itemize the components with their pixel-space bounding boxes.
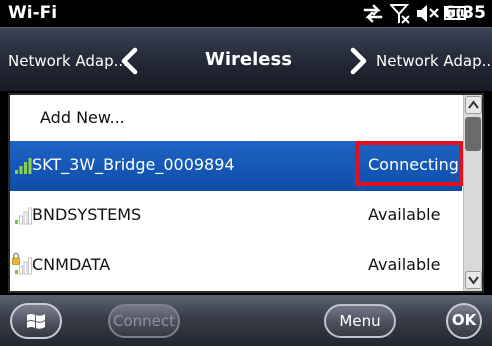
scroll-thumb[interactable] bbox=[465, 117, 481, 151]
signal-strength-icon bbox=[15, 158, 32, 174]
signal-strength-icon bbox=[15, 257, 32, 275]
signal-strength-icon bbox=[15, 207, 32, 225]
speaker-muted-icon bbox=[417, 5, 439, 22]
app-title: Wi-Fi bbox=[8, 3, 58, 23]
add-new-label: Add New... bbox=[40, 108, 125, 127]
scrollbar[interactable] bbox=[463, 95, 482, 291]
network-row[interactable]: CNMDATA Available bbox=[10, 241, 462, 291]
network-status: Available bbox=[368, 205, 441, 224]
data-sync-icon bbox=[363, 4, 383, 23]
status-highlight-box bbox=[355, 141, 463, 186]
network-row[interactable]: BNDSYSTEMS Available bbox=[10, 191, 462, 241]
chevron-left-icon[interactable] bbox=[118, 47, 140, 75]
current-adapter-title: Wireless bbox=[205, 49, 292, 70]
network-name: SKT_3W_Bridge_0009894 bbox=[32, 155, 235, 174]
chevron-down-icon bbox=[468, 276, 479, 285]
no-signal-icon bbox=[390, 4, 410, 24]
network-name: BNDSYSTEMS bbox=[32, 205, 142, 224]
start-button[interactable] bbox=[10, 303, 62, 339]
windows-logo-icon bbox=[27, 314, 45, 329]
ok-button[interactable]: OK bbox=[446, 303, 482, 339]
connect-button[interactable]: Connect bbox=[108, 304, 180, 338]
scroll-down-button[interactable] bbox=[465, 271, 482, 289]
menu-button[interactable]: Menu bbox=[324, 304, 396, 338]
ok-label: OK bbox=[451, 311, 477, 329]
network-name: CNMDATA bbox=[32, 255, 111, 274]
next-adapter-label[interactable]: Network Adap... bbox=[376, 52, 492, 70]
clock: 6:35 bbox=[443, 3, 486, 23]
adapter-selector: Network Adap... Wireless Network Adap... bbox=[0, 27, 492, 91]
prev-adapter-label[interactable]: Network Adap... bbox=[8, 52, 128, 70]
status-bar: Wi-Fi 6:35 bbox=[0, 0, 492, 27]
chevron-up-icon bbox=[468, 100, 479, 109]
scroll-up-button[interactable] bbox=[465, 96, 482, 114]
bottom-toolbar: Connect Menu OK bbox=[0, 295, 492, 346]
chevron-right-icon[interactable] bbox=[348, 47, 370, 75]
menu-label: Menu bbox=[339, 312, 381, 330]
add-new-network[interactable]: Add New... bbox=[10, 95, 462, 145]
connect-label: Connect bbox=[112, 312, 176, 330]
network-status: Available bbox=[368, 255, 441, 274]
network-list: Add New... SKT_3W_Bridge_0009894 Connect… bbox=[8, 93, 484, 293]
